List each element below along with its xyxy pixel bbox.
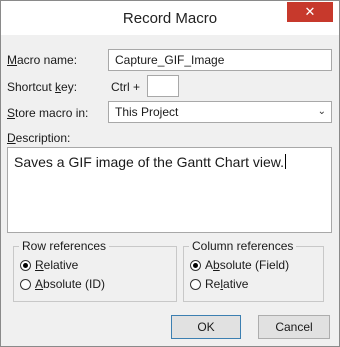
close-icon: ✕ (304, 4, 316, 19)
record-macro-dialog: Record Macro ✕ Macro name: Capture_GIF_I… (0, 0, 340, 347)
radio-selected-icon (20, 259, 31, 271)
macro-name-input[interactable]: Capture_GIF_Image (108, 49, 332, 71)
chevron-down-icon: ⌄ (317, 106, 326, 117)
cancel-button[interactable]: Cancel (258, 315, 330, 339)
column-absolute-radio[interactable]: Ab solute (Field) (190, 258, 289, 272)
column-relative-radio[interactable]: Re l ative (190, 277, 248, 291)
dialog-content: Macro name: Capture_GIF_Image Shortcut k… (1, 35, 339, 346)
radio-selected-icon (190, 259, 201, 271)
ok-button[interactable]: OK (171, 315, 241, 339)
store-macro-label: Store macro in: (7, 106, 89, 120)
row-references-group: Row references Relative Absolute (ID) (13, 239, 177, 302)
text-caret (285, 154, 287, 169)
row-relative-radio[interactable]: Relative (20, 258, 78, 272)
close-button[interactable]: ✕ (287, 2, 333, 22)
column-references-title: Column references (189, 239, 297, 253)
shortcut-key-input[interactable] (147, 75, 179, 97)
description-text: Saves a GIF image of the Gantt Chart vie… (14, 154, 285, 170)
description-textarea[interactable]: Saves a GIF image of the Gantt Chart vie… (7, 147, 332, 233)
store-macro-value: This Project (115, 105, 179, 119)
shortcut-key-label: Shortcut key: (7, 80, 78, 94)
radio-unselected-icon (190, 278, 201, 290)
row-absolute-radio[interactable]: Absolute (ID) (20, 277, 105, 291)
macro-name-label: Macro name: (7, 53, 78, 67)
store-macro-select[interactable]: This Project ⌄ (108, 101, 332, 123)
column-references-group: Column references Ab solute (Field) Re l at… (183, 239, 324, 302)
title-bar: Record Macro ✕ (1, 1, 339, 35)
shortcut-prefix: Ctrl + (111, 80, 141, 94)
radio-unselected-icon (20, 278, 31, 290)
description-label: Description: (7, 131, 71, 145)
row-references-title: Row references (19, 239, 110, 253)
